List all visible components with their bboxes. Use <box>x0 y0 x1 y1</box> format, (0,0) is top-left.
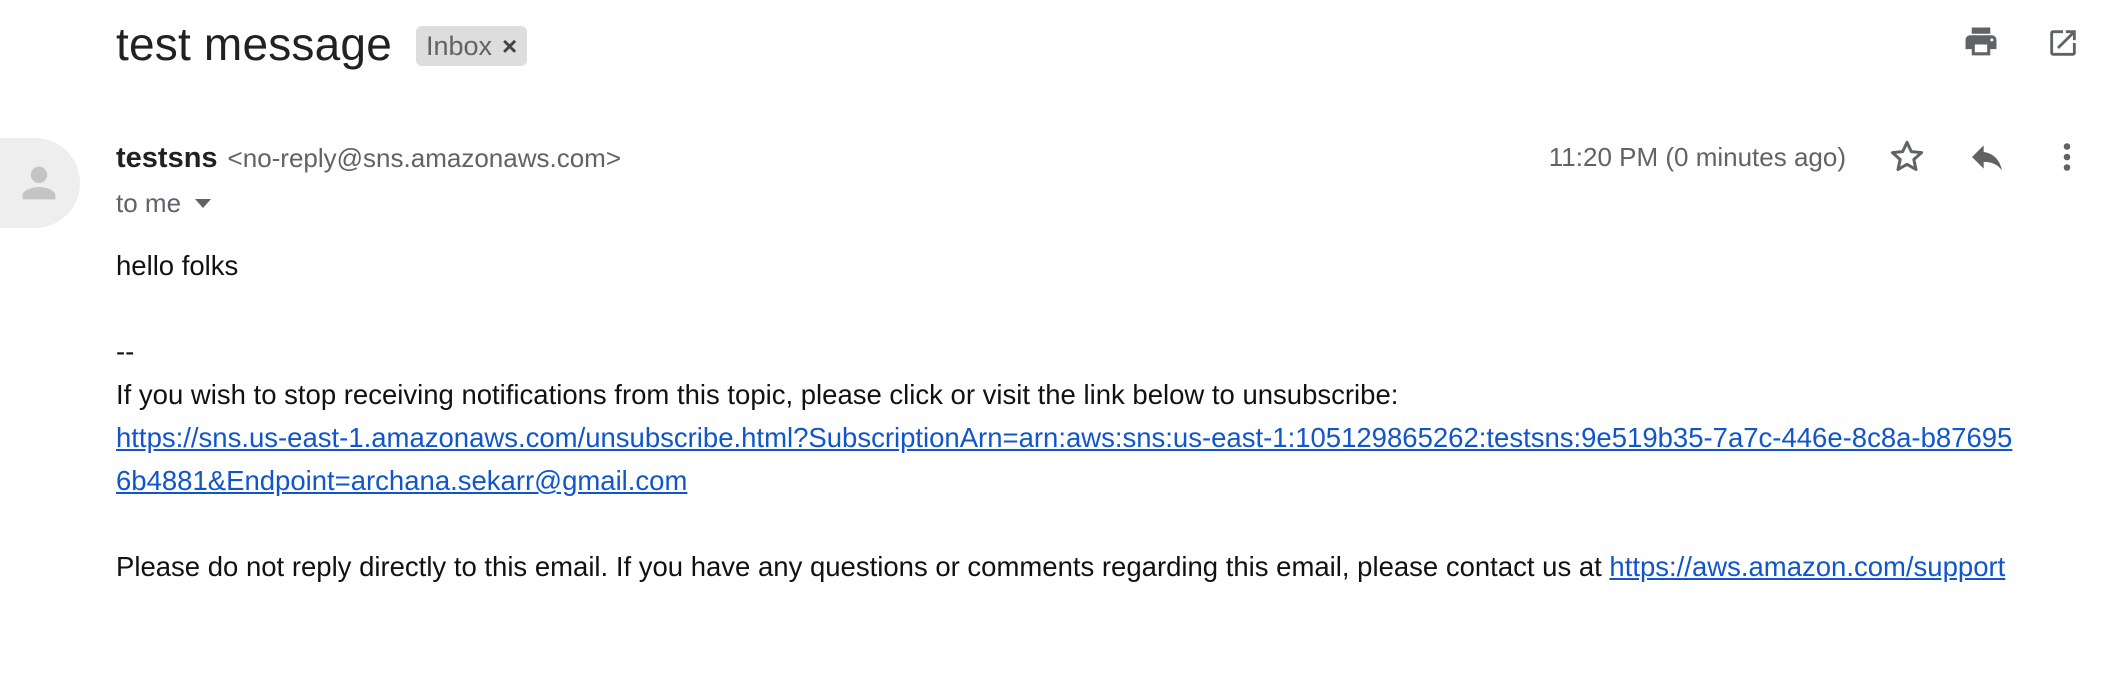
open-in-new-window-icon[interactable] <box>2042 22 2084 64</box>
recipient-text: to me <box>116 188 182 218</box>
more-vertical-icon[interactable] <box>2046 136 2088 178</box>
unsubscribe-intro: If you wish to stop receiving notificati… <box>116 379 1399 410</box>
caret-down-icon[interactable] <box>195 199 212 208</box>
footer-paragraph: Please do not reply directly to this ema… <box>116 545 2102 588</box>
message-timestamp: 11:20 PM (0 minutes ago) <box>1548 141 1846 172</box>
body-greeting: hello folks <box>116 250 239 281</box>
star-icon[interactable] <box>1886 136 1928 178</box>
support-link[interactable]: https://aws.amazon.com/support <box>1609 551 2005 582</box>
footer-text: Please do not reply directly to this ema… <box>116 551 1610 582</box>
recipient-details-toggle[interactable]: to me <box>116 188 212 219</box>
label-text: Inbox <box>425 30 493 61</box>
sender-line: testsns <no-reply@sns.amazonaws.com> <box>116 142 621 175</box>
reply-icon[interactable] <box>1966 136 2008 178</box>
unsubscribe-link[interactable]: https://sns.us-east-1.amazonaws.com/unsu… <box>116 416 2016 502</box>
email-subject: test message <box>116 18 392 70</box>
thread-actions <box>1960 22 2084 64</box>
sender-email: <no-reply@sns.amazonaws.com> <box>227 143 621 173</box>
signature-separator: -- <box>116 336 135 367</box>
message-meta: 11:20 PM (0 minutes ago) <box>1549 136 2088 178</box>
print-icon[interactable] <box>1960 22 2002 64</box>
message-body: hello folks -- If you wish to stop recei… <box>116 244 2102 588</box>
sender-name[interactable]: testsns <box>116 142 218 175</box>
remove-label-icon[interactable]: × <box>502 33 517 59</box>
inbox-label-chip[interactable]: Inbox × <box>415 26 528 66</box>
person-avatar-icon <box>0 138 80 228</box>
subject-header: test message Inbox × <box>116 14 528 74</box>
